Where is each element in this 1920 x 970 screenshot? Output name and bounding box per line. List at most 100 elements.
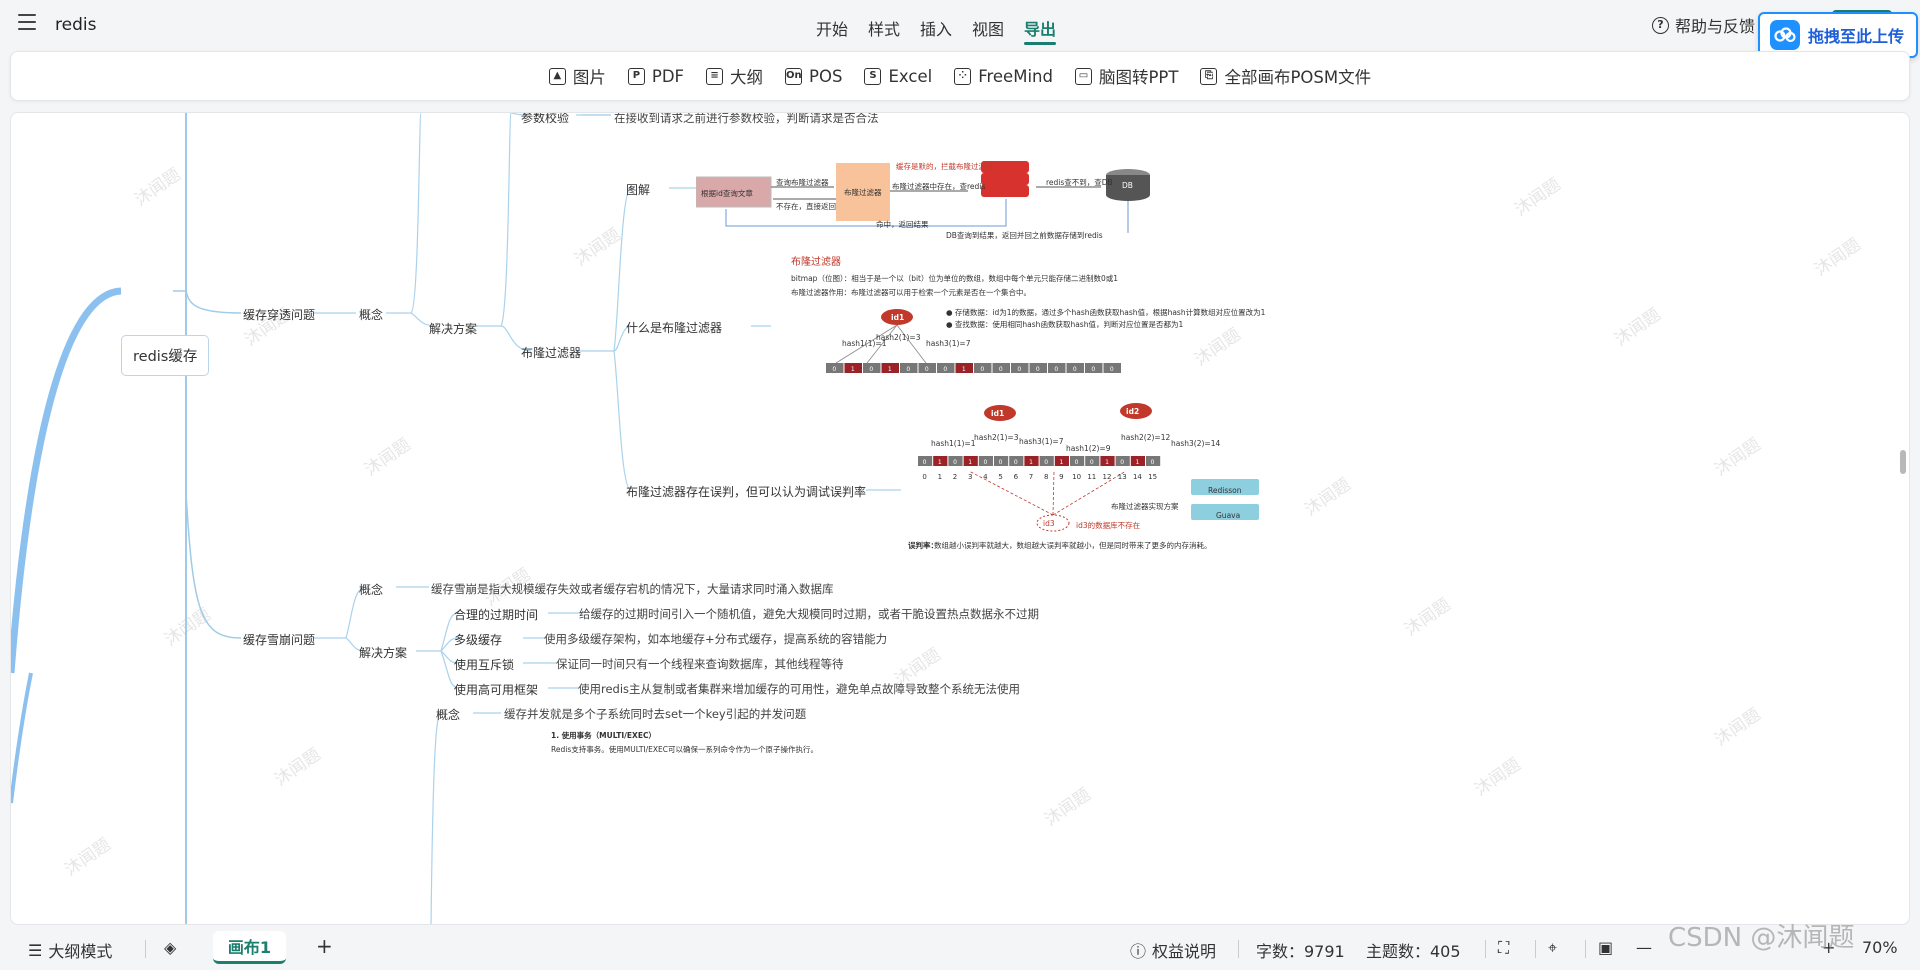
outline-icon: ≡ <box>706 67 724 85</box>
menu-view[interactable]: 视图 <box>972 16 1004 45</box>
node-avalanche-item-2[interactable]: 多级缓存 <box>454 631 502 648</box>
bit-index: 13 <box>1070 380 1079 381</box>
bit-value: 0 <box>1120 459 1124 466</box>
minimap-button[interactable]: ▣ <box>1598 938 1613 957</box>
id3-hash-arrow <box>1052 470 1055 516</box>
bottom-status-bar: ☰ 大纲模式 ◈ 画布1 + ⓘ 权益说明 字数：9791 主题数：405 ⛶ … <box>0 926 1920 970</box>
bit-index: 6 <box>943 380 948 381</box>
bit-value: 0 <box>953 459 957 466</box>
export-pdf-button[interactable]: P PDF <box>627 66 685 86</box>
flow-arrow-query: 查询布隆过滤器 <box>776 178 829 187</box>
fp-id2-node: id2 <box>1126 407 1140 416</box>
minimap-icon: ▣ <box>1598 938 1614 957</box>
bit-value: 1 <box>962 366 966 373</box>
bloom-lookup-note: ● 查找数据：使用相同hash函数获取hash值，判断对应位置是否都为1 <box>946 320 1184 329</box>
node-what-is-bloom[interactable]: 什么是布隆过滤器 <box>626 319 722 336</box>
export-excel-button[interactable]: S Excel <box>864 67 932 86</box>
bit-index: 2 <box>953 473 957 481</box>
export-freemind-button[interactable]: ⁘ FreeMind <box>954 67 1053 86</box>
flow-db-result-label: DB查询到结果，返回并回之前数据存储到redis <box>946 231 1103 240</box>
add-canvas-button[interactable]: + <box>316 934 333 958</box>
concurrency-tx-desc: Redis支持事务。使用MULTI/EXEC可以确保一系列命令作为一个原子操作执… <box>551 745 819 754</box>
flow-arrow-not-exist: 不存在，直接返回 <box>776 202 836 211</box>
node-avalanche-item-3[interactable]: 使用互斥锁 <box>454 656 514 673</box>
mindmap-root-node[interactable]: redis缓存 <box>121 335 210 376</box>
node-avalanche-item-2-desc[interactable]: 使用多级缓存架构，如本地缓存+分布式缓存，提高系统的容错能力 <box>544 631 887 647</box>
menu-insert[interactable]: 插入 <box>920 16 952 45</box>
zoom-out-button[interactable]: — <box>1636 938 1652 957</box>
node-diagram[interactable]: 图解 <box>626 181 650 198</box>
node-bloom-filter[interactable]: 布隆过滤器 <box>521 344 581 361</box>
bit-index: 12 <box>1103 473 1112 481</box>
export-image-button[interactable]: ▲ 图片 <box>548 64 606 88</box>
bit-index: 7 <box>1029 473 1033 481</box>
image-bloom-false-positive[interactable]: 0 0 1 1 0 2 1 3 0 4 0 5 0 6 1 7 0 8 1 9 0 10 0 11 1 12 0 13 1 14 0 15 i… <box>906 401 1266 591</box>
bit-index: 8 <box>1044 473 1048 481</box>
fp-h1-label-2: hash2(1)=3 <box>974 433 1019 442</box>
id3-hash-arrow <box>968 470 1054 516</box>
node-false-positive[interactable]: 布隆过滤器存在误判，但可以认为调试误判率 <box>626 483 866 500</box>
node-param-check-desc[interactable]: 在接收到请求之前进行参数校验，判断请求是否合法 <box>614 113 879 126</box>
bit-index: 4 <box>906 380 911 381</box>
node-concurrency-concept[interactable]: 概念 <box>436 706 460 723</box>
menu-start[interactable]: 开始 <box>816 16 848 45</box>
export-outline-button[interactable]: ≡ 大纲 <box>706 64 763 88</box>
bit-index: 0 <box>922 473 926 481</box>
export-excel-label: Excel <box>888 66 933 86</box>
mindmap-canvas[interactable]: 沐闻题 沐闻题 沐闻题 沐闻题 沐闻题 沐闻题 沐闻题 沐闻题 沐闻题 沐闻题 … <box>10 112 1910 925</box>
bit-index: 6 <box>1014 473 1019 481</box>
flow-bloom-box-label: 布隆过滤器 <box>844 188 882 197</box>
rights-info-button[interactable]: ⓘ 权益说明 <box>1130 938 1216 962</box>
fit-screen-button[interactable]: ⛶ <box>1498 938 1509 958</box>
bit-value: 0 <box>983 459 987 466</box>
bit-value: 1 <box>1135 459 1139 466</box>
node-cache-avalanche[interactable]: 缓存雪崩问题 <box>243 631 315 648</box>
zoom-level[interactable]: 70% <box>1862 938 1898 957</box>
export-posm-button[interactable]: ⎘ 全部画布POSM文件 <box>1200 64 1371 88</box>
node-cache-penetration[interactable]: 缓存穿透问题 <box>243 306 315 323</box>
topic-count: 主题数：405 <box>1366 942 1461 961</box>
node-avalanche-item-4-desc[interactable]: 使用redis主从复制或者集群来增加缓存的可用性，避免单点故障导致整个系统无法使… <box>578 681 1020 697</box>
node-avalanche-concept[interactable]: 概念 <box>359 581 383 598</box>
help-label: 帮助与反馈 <box>1675 17 1756 36</box>
menu-style[interactable]: 样式 <box>868 16 900 45</box>
menu-export[interactable]: 导出 <box>1024 16 1057 45</box>
bit-value: 1 <box>1105 459 1109 466</box>
bit-index: 14 <box>1089 380 1098 381</box>
export-pos-button[interactable]: On POS <box>785 67 842 86</box>
locate-button[interactable]: ⌖ <box>1548 938 1557 958</box>
node-avalanche-item-3-desc[interactable]: 保证同一时间只有一个线程来查询数据库，其他线程等待 <box>556 656 844 672</box>
hamburger-menu-icon[interactable] <box>18 14 36 30</box>
concurrency-tx-title: 1. 使用事务（MULTI/EXEC） <box>551 731 656 740</box>
node-avalanche-solution[interactable]: 解决方案 <box>359 644 407 661</box>
rights-label: 权益说明 <box>1152 942 1217 961</box>
help-icon: ? <box>1652 16 1669 34</box>
minus-icon: — <box>1636 938 1652 957</box>
bit-index: 9 <box>1059 473 1063 481</box>
node-concurrency-concept-desc[interactable]: 缓存并发就是多个子系统同时去set一个key引起的并发问题 <box>504 706 806 722</box>
outline-mode-button[interactable]: ☰ 大纲模式 <box>28 938 112 962</box>
fp-impl-label: 布隆过滤器实现方案 <box>1111 502 1179 511</box>
node-avalanche-item-1[interactable]: 合理的过期时间 <box>454 606 538 623</box>
image-bloom-bitmap[interactable]: 布隆过滤器 bitmap（位图）：相当于是一个以（bit）位为单位的数组，数组中… <box>776 251 1265 381</box>
node-avalanche-item-4[interactable]: 使用高可用框架 <box>454 681 538 698</box>
tab-canvas-1[interactable]: 画布1 <box>213 931 286 964</box>
document-title[interactable]: redis <box>55 15 96 35</box>
export-ppt-button[interactable]: ▭ 脑图转PPT <box>1074 64 1178 88</box>
export-pdf-label: PDF <box>651 66 685 86</box>
layers-button[interactable]: ◈ <box>164 938 176 957</box>
vertical-scrollbar-thumb[interactable] <box>1900 450 1906 474</box>
node-param-check[interactable]: 参数校验 <box>521 113 569 126</box>
node-penetration-solution[interactable]: 解决方案 <box>429 320 477 337</box>
bit-index: 9 <box>999 380 1003 381</box>
node-avalanche-concept-desc[interactable]: 缓存雪崩是指大规模缓存失效或者缓存宕机的情况下，大量请求同时涌入数据库 <box>431 581 834 597</box>
fp-footer: 数组越小误判率就越大，数组越大误判率就越小，但是同时带来了更多的内存消耗。 <box>934 541 1212 550</box>
bit-value: 0 <box>943 366 947 373</box>
node-avalanche-item-1-desc[interactable]: 给缓存的过期时间引入一个随机值，避免大规模同时过期，或者干脆设置热点数据永不过期 <box>579 606 1039 622</box>
node-penetration-concept[interactable]: 概念 <box>359 306 383 323</box>
image-bloom-flow-diagram[interactable]: 根据id查询文章 布隆过滤器 DB 查询布隆过滤器 不存在，直接返回 布隆过滤器… <box>695 133 1166 240</box>
help-feedback-button[interactable]: ? 帮助与反馈 <box>1652 13 1755 37</box>
export-image-label: 图片 <box>572 68 606 87</box>
bit-index: 2 <box>869 380 873 381</box>
bloom-store-note: ● 存储数据：id为1的数据，通过多个hash函数获取hash值，根据hash计… <box>946 308 1266 317</box>
